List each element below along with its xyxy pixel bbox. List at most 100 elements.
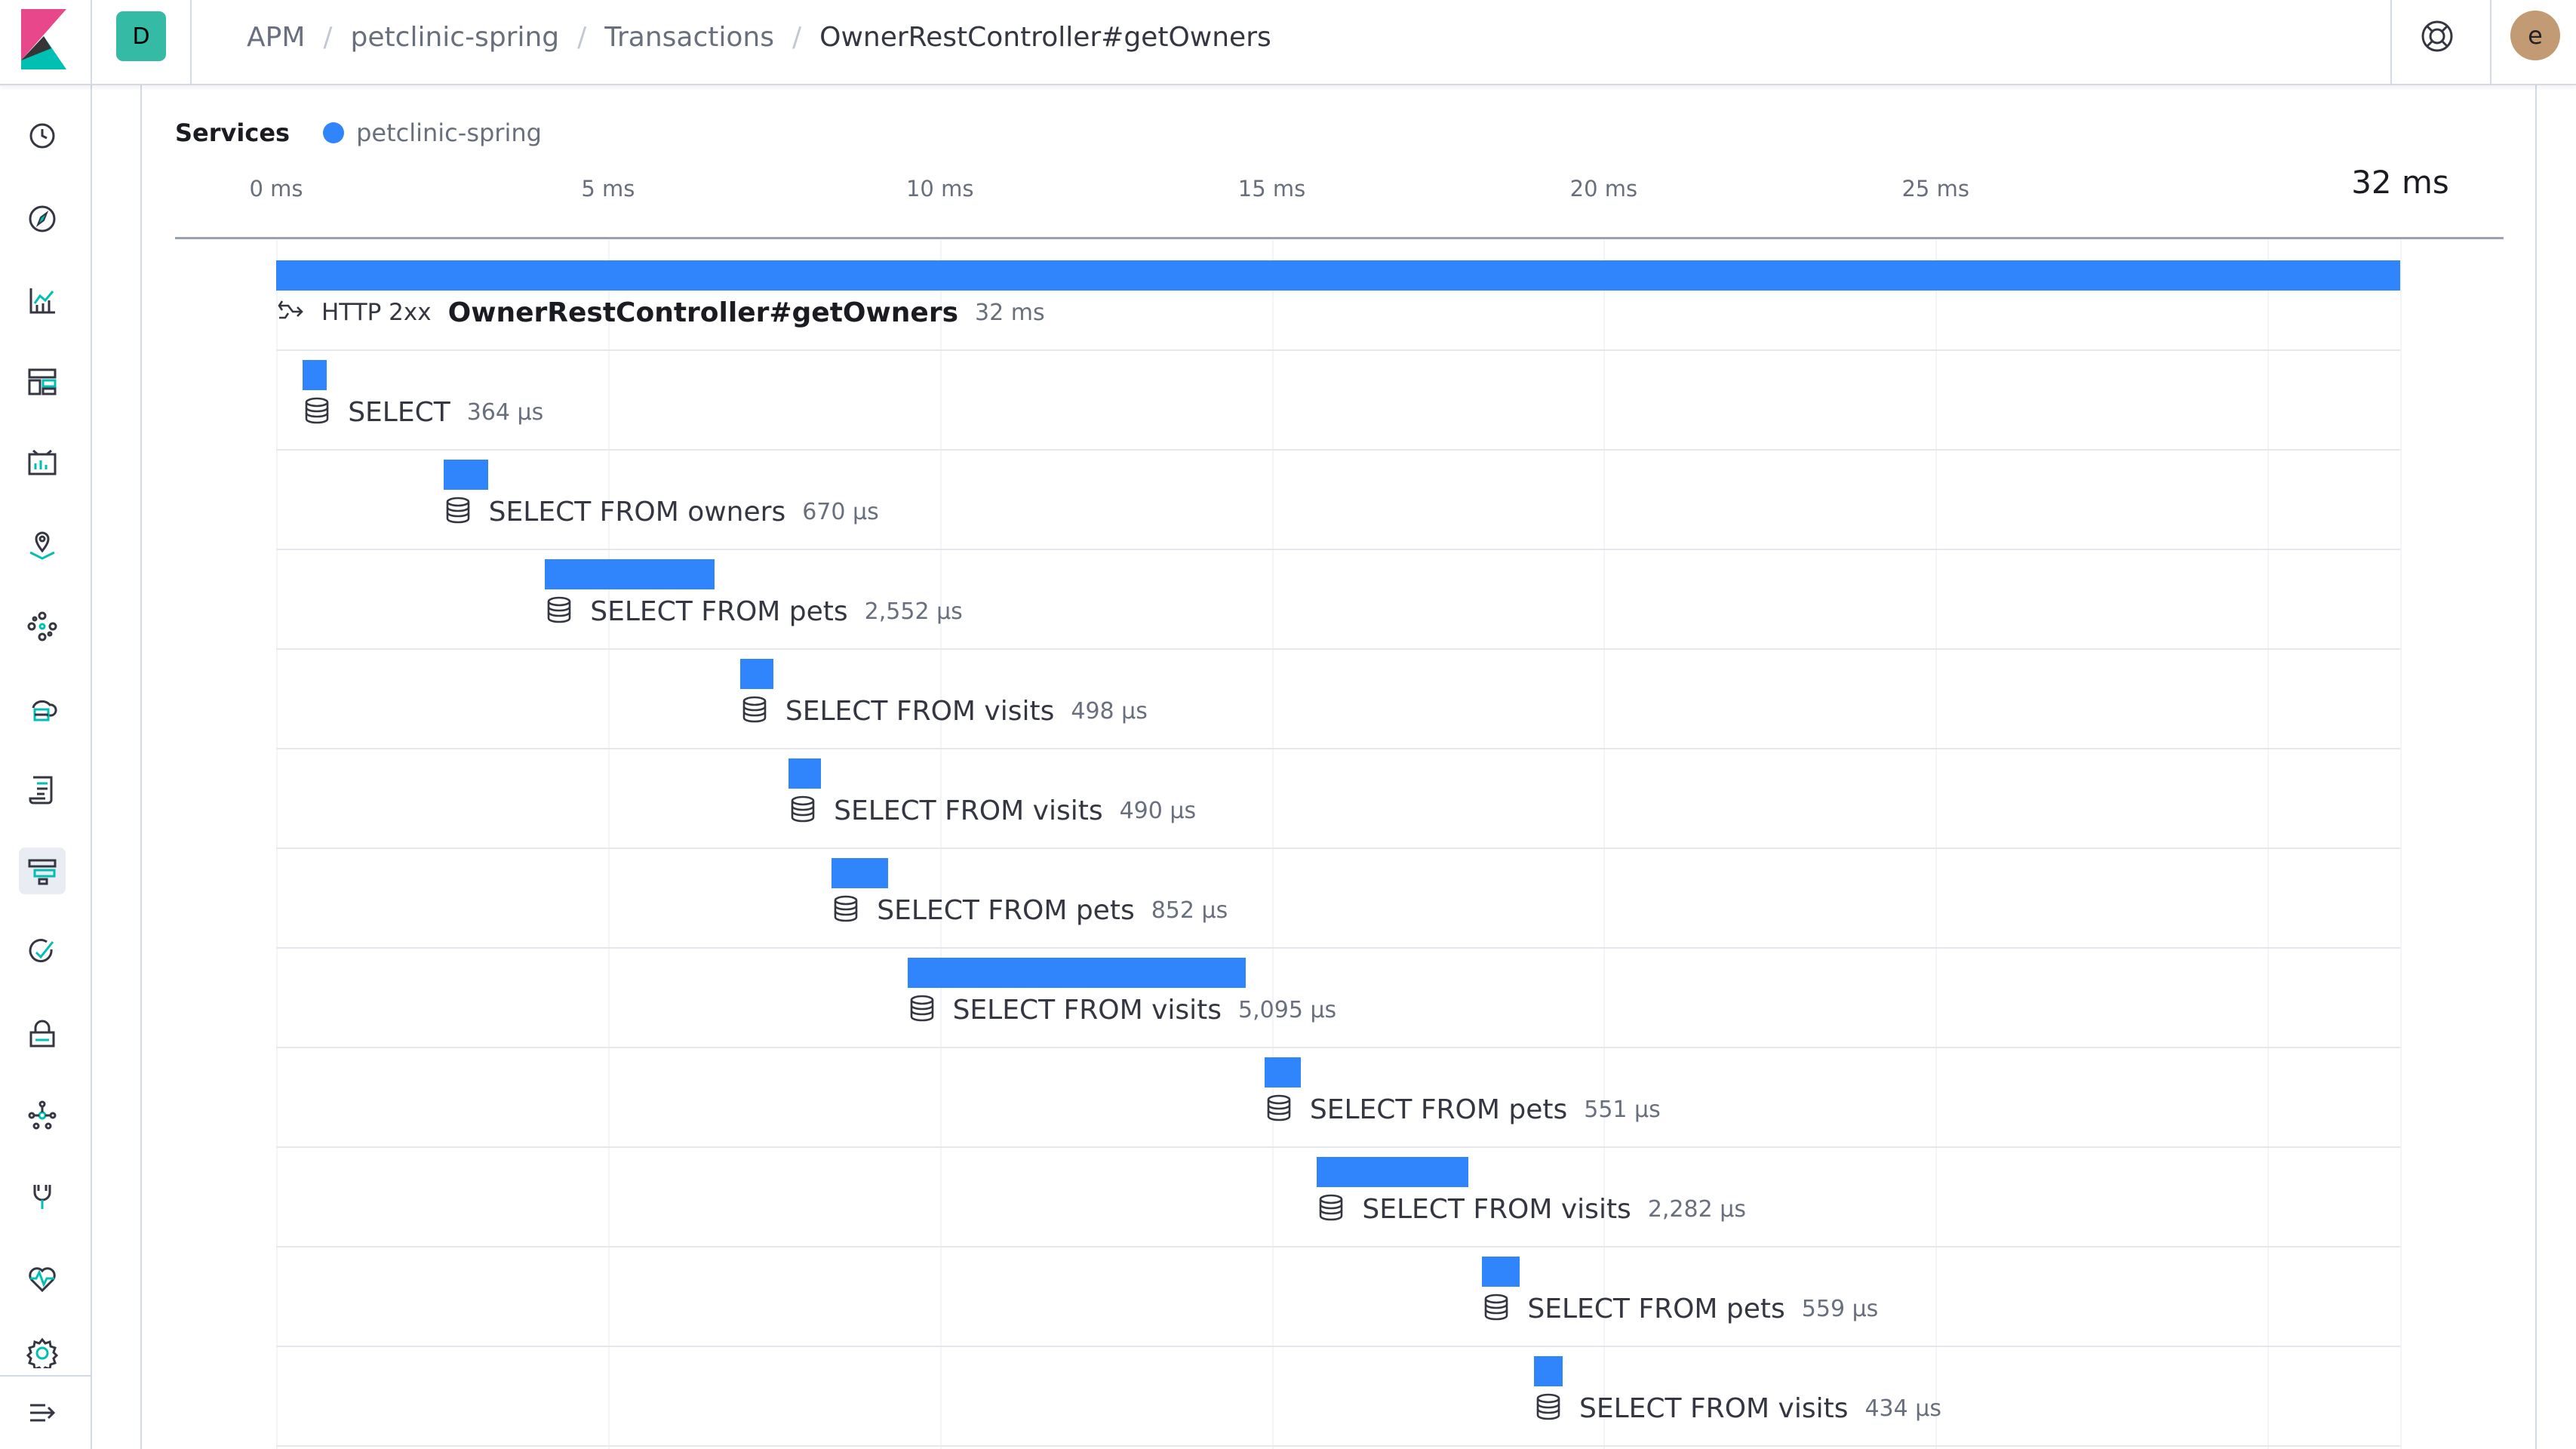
waterfall-panel: Services petclinic-spring 0 ms 5 ms 10 ms 1… xyxy=(140,85,2537,1449)
span-bar[interactable] xyxy=(788,758,822,789)
span-name: SELECT FROM visits xyxy=(785,695,1055,727)
span-label[interactable]: SELECT FROM pets 559 μs xyxy=(1482,1290,1878,1327)
span-name: SELECT FROM pets xyxy=(1527,1293,1785,1324)
breadcrumb-separator: / xyxy=(792,21,802,53)
span-row[interactable]: SELECT FROM visits 5,095 μs xyxy=(142,949,2400,1048)
transaction-row[interactable]: HTTP 2xx OwnerRestController#getOwners 32 … xyxy=(142,251,2400,351)
nav-divider xyxy=(0,1375,91,1377)
span-bar[interactable] xyxy=(907,958,1246,988)
database-icon xyxy=(908,994,953,1026)
legend-service-label: petclinic-spring xyxy=(356,118,542,147)
breadcrumb: APM / petclinic-spring / Transactions / … xyxy=(247,20,1271,54)
siem-icon[interactable] xyxy=(19,1011,66,1057)
space-selector-button[interactable]: D xyxy=(116,11,166,61)
logs-icon[interactable] xyxy=(19,766,66,813)
breadcrumb-transactions[interactable]: Transactions xyxy=(604,22,774,53)
maps-icon[interactable] xyxy=(19,521,66,568)
span-row[interactable]: SELECT FROM visits 490 μs xyxy=(142,749,2400,849)
span-name: SELECT FROM pets xyxy=(877,894,1135,926)
span-bar[interactable] xyxy=(832,858,889,888)
span-bar[interactable] xyxy=(1317,1157,1469,1187)
dev-tools-icon[interactable] xyxy=(19,1174,66,1220)
canvas-icon[interactable] xyxy=(19,440,66,487)
infrastructure-icon[interactable] xyxy=(19,685,66,731)
header-divider xyxy=(190,0,192,84)
transaction-label[interactable]: HTTP 2xx OwnerRestController#getOwners 32 … xyxy=(276,294,1045,331)
span-bar[interactable] xyxy=(739,659,773,689)
header-divider xyxy=(2390,0,2392,84)
axis-tick-label: 10 ms xyxy=(905,176,974,202)
span-duration: 434 μs xyxy=(1864,1395,1941,1422)
help-icon[interactable] xyxy=(2419,18,2455,54)
user-avatar[interactable]: e xyxy=(2510,11,2560,60)
dashboard-icon[interactable] xyxy=(19,358,66,405)
span-bar[interactable] xyxy=(1264,1057,1302,1088)
discover-icon[interactable] xyxy=(19,195,66,242)
span-row[interactable]: SELECT FROM pets 852 μs xyxy=(142,849,2400,949)
management-icon[interactable] xyxy=(19,1337,66,1368)
collapse-icon[interactable] xyxy=(19,1389,66,1436)
span-name: SELECT FROM visits xyxy=(834,795,1103,826)
grid-line xyxy=(2400,240,2402,1449)
span-label[interactable]: SELECT FROM visits 498 μs xyxy=(740,692,1148,730)
recently-viewed-icon[interactable] xyxy=(19,112,66,159)
span-label[interactable]: SELECT FROM pets 2,552 μs xyxy=(545,592,963,630)
top-header: D APM / petclinic-spring / Transactions … xyxy=(0,0,2576,85)
span-label[interactable]: SELECT FROM pets 852 μs xyxy=(832,891,1228,929)
span-label[interactable]: SELECT FROM visits 5,095 μs xyxy=(908,991,1337,1029)
span-name: SELECT xyxy=(348,396,450,428)
database-icon xyxy=(832,894,877,926)
database-icon xyxy=(545,595,590,627)
span-label[interactable]: SELECT FROM owners 670 μs xyxy=(444,493,879,531)
database-icon xyxy=(1317,1193,1362,1225)
breadcrumb-apm[interactable]: APM xyxy=(247,22,305,53)
span-name: SELECT FROM owners xyxy=(488,496,786,528)
service-color-dot xyxy=(323,122,345,143)
machine-learning-icon[interactable] xyxy=(19,603,66,650)
span-duration: 670 μs xyxy=(802,498,879,525)
span-label[interactable]: SELECT FROM visits 490 μs xyxy=(788,792,1196,829)
axis-line xyxy=(175,237,2504,239)
header-divider xyxy=(91,0,92,84)
span-row[interactable]: SELECT FROM visits 434 μs xyxy=(142,1347,2400,1447)
database-icon xyxy=(1265,1094,1310,1125)
span-duration: 498 μs xyxy=(1071,697,1148,724)
breadcrumb-service[interactable]: petclinic-spring xyxy=(351,22,560,53)
span-row[interactable]: SELECT FROM pets 2,552 μs xyxy=(142,550,2400,650)
span-row[interactable]: SELECT FROM visits 2,282 μs xyxy=(142,1148,2400,1247)
transaction-bar[interactable] xyxy=(276,260,2400,291)
side-nav xyxy=(0,85,92,1449)
kibana-logo-icon[interactable] xyxy=(21,9,66,69)
graph-icon[interactable] xyxy=(19,1092,66,1139)
uptime-icon[interactable] xyxy=(19,929,66,976)
span-duration: 5,095 μs xyxy=(1238,996,1337,1023)
transaction-duration: 32 ms xyxy=(975,299,1045,326)
legend-title: Services xyxy=(175,118,290,147)
span-bar[interactable] xyxy=(1482,1257,1520,1287)
span-label[interactable]: SELECT FROM pets 551 μs xyxy=(1265,1091,1661,1128)
axis-tick-label: 20 ms xyxy=(1569,176,1638,202)
span-row[interactable]: SELECT FROM visits 498 μs xyxy=(142,650,2400,749)
span-bar[interactable] xyxy=(1534,1356,1563,1386)
span-row[interactable]: SELECT FROM pets 551 μs xyxy=(142,1048,2400,1148)
database-icon xyxy=(740,695,785,727)
span-row[interactable]: SELECT FROM pets 559 μs xyxy=(142,1247,2400,1347)
span-label[interactable]: SELECT 364 μs xyxy=(303,393,543,431)
span-bar[interactable] xyxy=(443,460,488,490)
span-label[interactable]: SELECT FROM visits 434 μs xyxy=(1534,1389,1941,1427)
span-duration: 490 μs xyxy=(1119,797,1197,824)
span-bar[interactable] xyxy=(545,559,715,589)
span-bar[interactable] xyxy=(303,360,327,390)
span-duration: 364 μs xyxy=(466,398,544,426)
span-duration: 852 μs xyxy=(1151,897,1228,924)
monitoring-icon[interactable] xyxy=(19,1255,66,1302)
apm-icon[interactable] xyxy=(19,848,66,894)
span-duration: 2,282 μs xyxy=(1647,1195,1746,1223)
span-row[interactable]: SELECT FROM owners 670 μs xyxy=(142,451,2400,550)
span-row[interactable]: SELECT 364 μs xyxy=(142,351,2400,451)
span-name: SELECT FROM visits xyxy=(952,994,1222,1026)
axis-tick-label: 5 ms xyxy=(581,176,635,202)
span-label[interactable]: SELECT FROM visits 2,282 μs xyxy=(1317,1190,1746,1228)
span-name: SELECT FROM pets xyxy=(590,595,848,627)
visualize-icon[interactable] xyxy=(19,277,66,324)
